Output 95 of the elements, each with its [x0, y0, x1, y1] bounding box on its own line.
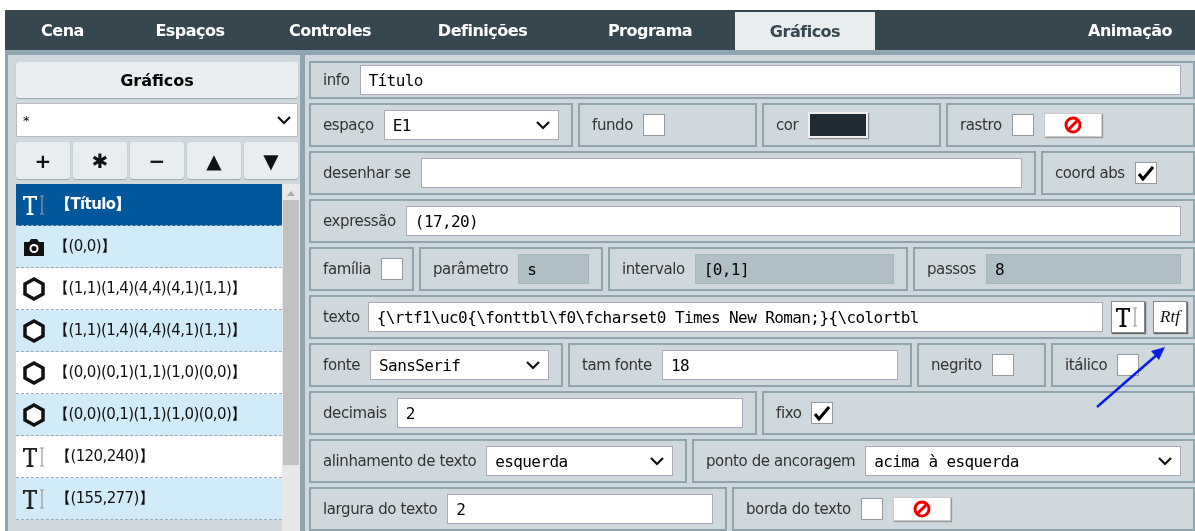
checkbox[interactable]	[1117, 354, 1140, 376]
field-label: fixo	[776, 404, 802, 422]
clear-button[interactable]	[892, 497, 951, 521]
input-field[interactable]	[420, 158, 1022, 188]
tab[interactable]: Controles	[260, 10, 400, 50]
toolbar-button[interactable]: ▲	[187, 142, 241, 179]
field-label: alinhamento de texto	[323, 452, 477, 470]
toolbar-button[interactable]: ▼	[244, 142, 298, 179]
field-label: intervalo	[622, 260, 685, 278]
camera-icon	[22, 236, 46, 257]
rtf-button[interactable]: Rtf	[1153, 301, 1187, 333]
field-label: borda do texto	[746, 500, 851, 518]
tab[interactable]: Gráficos	[735, 12, 875, 50]
tab[interactable]: Definições	[400, 10, 565, 50]
select-field[interactable]: esquerda	[486, 446, 673, 476]
tab[interactable]: Animação	[1065, 10, 1195, 50]
field-label: cor	[776, 116, 799, 134]
field-label: texto	[323, 308, 360, 326]
field-label: família	[323, 260, 371, 278]
tab[interactable]: Espaços	[120, 10, 260, 50]
chevron-down-icon	[277, 115, 291, 125]
input-field[interactable]: 8	[985, 254, 1181, 284]
item-label: 【(0,0)(0,1)(1,1)(1,0)(0,0)】	[54, 405, 246, 424]
input-field[interactable]: s	[518, 254, 589, 284]
chevron-down-icon	[1158, 456, 1172, 466]
list-item[interactable]: 【(1,1)(1,4)(4,4)(4,1)(1,1)】	[16, 268, 282, 310]
checkbox[interactable]	[1134, 162, 1157, 184]
list-item[interactable]: 【(0,0)】	[16, 226, 282, 268]
prohibited-icon	[912, 500, 931, 518]
field-label: coord abs	[1055, 164, 1125, 182]
chevron-down-icon	[536, 120, 550, 130]
item-label: 【(0,0)(0,1)(1,1)(1,0)(0,0)】	[54, 363, 246, 382]
color-swatch[interactable]	[808, 112, 869, 138]
list-item[interactable]: 【(0,0)(0,1)(1,1)(1,0)(0,0)】	[16, 394, 282, 436]
field-label: fonte	[323, 356, 361, 374]
field-label: fundo	[592, 116, 633, 134]
list-item[interactable]: 【(1,1)(1,4)(4,4)(4,1)(1,1)】	[16, 310, 282, 352]
checkbox[interactable]	[1011, 114, 1034, 136]
field-label: ponto de ancoragem	[706, 452, 856, 470]
toolbar-button[interactable]: −	[130, 142, 184, 179]
list-item[interactable]: 【(120,240)】	[16, 436, 282, 478]
tab[interactable]: Cena	[5, 10, 120, 50]
chevron-down-icon	[526, 360, 540, 370]
field-label: espaço	[323, 116, 374, 134]
filter-select[interactable]: *	[16, 103, 298, 137]
input-field[interactable]: {\rtf1\uc0{\fonttbl\f0\fcharset0 Times New Roman;}{\colortbl	[367, 302, 1103, 332]
item-label: 【(0,0)】	[54, 237, 116, 256]
field-label: expressão	[323, 212, 396, 230]
text-button[interactable]	[1111, 301, 1145, 333]
hexagon-icon	[22, 276, 46, 301]
field-label: rastro	[960, 116, 1002, 134]
hexagon-icon	[22, 318, 46, 343]
checkmark-icon	[814, 405, 831, 421]
prohibited-icon	[1063, 116, 1082, 134]
item-label: 【(155,277)】	[56, 489, 154, 508]
checkbox[interactable]	[860, 498, 883, 520]
input-field[interactable]: 18	[661, 350, 898, 380]
checkbox[interactable]	[811, 402, 834, 424]
tab[interactable]: Programa	[565, 10, 735, 50]
field-label: parâmetro	[433, 260, 509, 278]
checkbox[interactable]	[381, 258, 403, 280]
input-field[interactable]: 2	[396, 398, 743, 428]
select-field[interactable]: SansSerif	[370, 350, 549, 380]
select-field[interactable]: E1	[383, 110, 559, 140]
input-field[interactable]: 2	[447, 494, 713, 524]
hexagon-icon	[22, 360, 46, 385]
list-item[interactable]: 【Título】	[16, 184, 282, 226]
toolbar-button[interactable]: +	[16, 142, 70, 179]
item-label: 【(1,1)(1,4)(4,4)(4,1)(1,1)】	[54, 321, 246, 340]
field-label: passos	[927, 260, 976, 278]
chevron-down-icon	[650, 456, 664, 466]
field-label: tam fonte	[582, 356, 652, 374]
item-label: 【(120,240)】	[56, 447, 154, 466]
item-label: 【(1,1)(1,4)(4,4)(4,1)(1,1)】	[54, 279, 246, 298]
item-label: 【Título】	[56, 195, 130, 214]
toolbar-button[interactable]: ✱	[73, 142, 127, 179]
field-label: largura do texto	[323, 500, 438, 518]
input-field[interactable]: Título	[359, 65, 1181, 95]
checkbox[interactable]	[991, 354, 1014, 376]
panel-title: Gráficos	[16, 62, 298, 98]
clear-button[interactable]	[1043, 113, 1102, 137]
list-item[interactable]: 【(0,0)(0,1)(1,1)(1,0)(0,0)】	[16, 352, 282, 394]
field-label: desenhar se	[323, 164, 411, 182]
input-field[interactable]: [0,1]	[694, 254, 894, 284]
select-field[interactable]: acima à esquerda	[865, 446, 1181, 476]
field-label: itálico	[1065, 356, 1108, 374]
scrollbar[interactable]	[282, 184, 300, 531]
checkmark-icon	[1137, 165, 1154, 181]
hexagon-icon	[22, 402, 46, 427]
checkbox[interactable]	[643, 114, 665, 136]
input-field[interactable]: (17,20)	[405, 206, 1181, 236]
field-label: info	[323, 71, 350, 89]
field-label: decimais	[323, 404, 387, 422]
field-label: negrito	[931, 356, 982, 374]
list-item[interactable]: 【(155,277)】	[16, 478, 282, 520]
